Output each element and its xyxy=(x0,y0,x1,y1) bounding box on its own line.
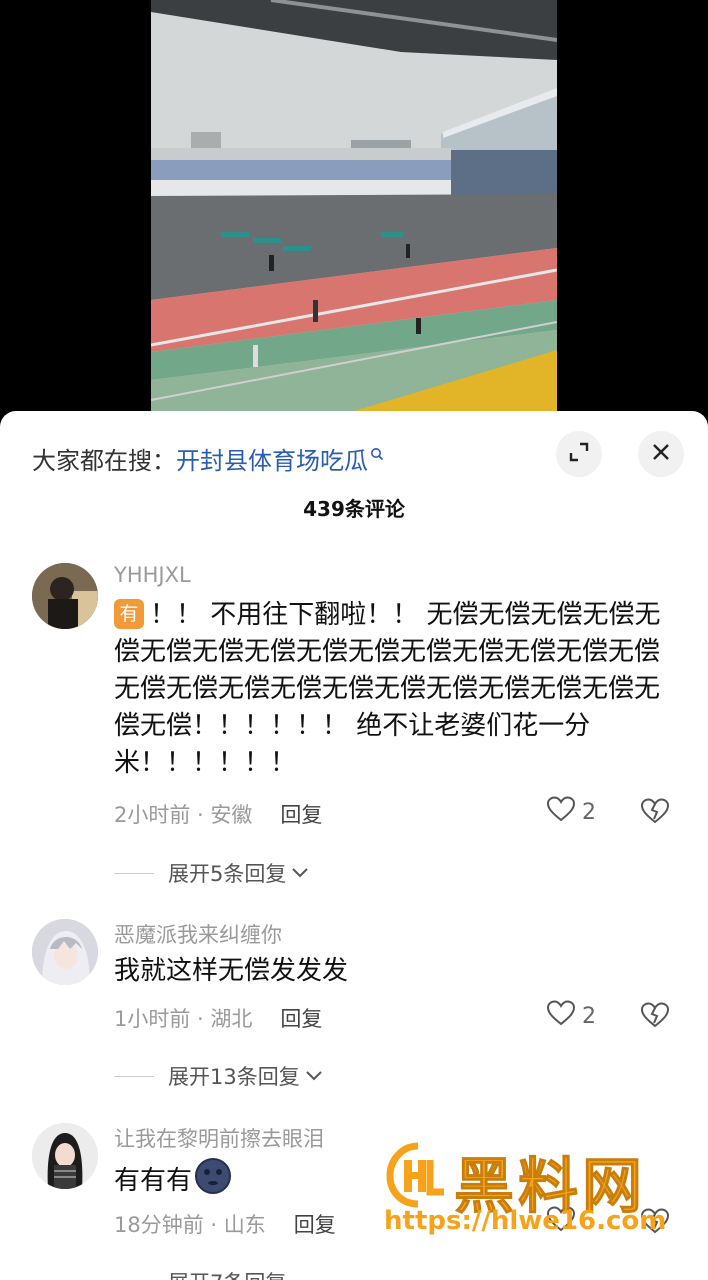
avatar[interactable] xyxy=(32,1123,98,1189)
expand-replies-label: 展开13条回复 xyxy=(168,1065,300,1089)
dislike-button[interactable] xyxy=(640,797,670,829)
close-icon xyxy=(651,442,671,466)
watermark: 黑料网 https://hlwe16.com xyxy=(384,1138,684,1248)
comment-meta: 18分钟前 · 山东 回复 xyxy=(114,1213,336,1237)
heart-icon xyxy=(546,795,576,829)
broken-heart-icon xyxy=(640,1002,670,1033)
like-count: 2 xyxy=(582,799,596,825)
comment-username[interactable]: 恶魔派我来纠缠你 xyxy=(114,919,282,949)
reply-button[interactable]: 回复 xyxy=(280,803,322,827)
emoji-icon xyxy=(194,1157,232,1206)
comment-location: 安徽 xyxy=(210,803,253,827)
expand-replies-label: 展开7条回复 xyxy=(168,1267,286,1280)
comment-time: 18分钟前 xyxy=(114,1213,204,1237)
comment-text: 我就这样无偿发发发 xyxy=(114,956,349,986)
expand-replies-button[interactable]: 展开7条回复 xyxy=(114,1267,286,1280)
comment-location: 山东 xyxy=(223,1213,266,1237)
divider xyxy=(114,872,154,874)
watermark-logo xyxy=(386,1142,444,1208)
heart-icon xyxy=(546,999,576,1033)
expand-replies-button[interactable]: 展开5条回复 xyxy=(114,858,310,888)
broken-heart-icon xyxy=(640,798,670,829)
search-term-link[interactable]: 开封县体育场吃瓜 xyxy=(176,447,368,475)
comment-time: 1小时前 xyxy=(114,1007,191,1031)
reply-button[interactable]: 回复 xyxy=(280,1007,322,1031)
search-icon xyxy=(370,439,384,467)
watermark-url: https://hlwe16.com xyxy=(384,1206,667,1236)
comment-username[interactable]: 让我在黎明前擦去眼泪 xyxy=(114,1123,324,1153)
reply-button[interactable]: 回复 xyxy=(294,1213,336,1237)
collapse-button[interactable] xyxy=(556,431,602,477)
comment-text-block: 有！！ 不用往下翻啦！！ 无偿无偿无偿无偿无偿无偿无偿无偿无偿无偿无偿无偿无偿无… xyxy=(114,597,680,782)
comments-count: 439条评论 xyxy=(303,497,405,521)
collapse-icon xyxy=(568,441,590,467)
comment-text: 有有有 xyxy=(114,1166,193,1196)
like-button[interactable]: 2 xyxy=(546,795,596,829)
divider xyxy=(114,1075,154,1077)
search-prefix: 大家都在搜： xyxy=(32,447,176,475)
like-count: 2 xyxy=(582,1003,596,1029)
comment-time: 2小时前 xyxy=(114,803,191,827)
comment-meta: 1小时前 · 湖北 回复 xyxy=(114,1007,323,1031)
search-suggestion[interactable]: 大家都在搜：开封县体育场吃瓜 xyxy=(32,439,384,476)
expand-replies-button[interactable]: 展开13条回复 xyxy=(114,1061,324,1091)
chevron-down-icon xyxy=(290,861,310,885)
avatar[interactable] xyxy=(32,919,98,985)
chevron-down-icon xyxy=(304,1064,324,1088)
comment-username[interactable]: YHHJXL xyxy=(114,563,191,587)
comment-meta: 2小时前 · 安徽 回复 xyxy=(114,803,323,827)
screen: 大家都在搜：开封县体育场吃瓜 439条评论 YHHJXL 有！！ 不用往下翻啦！… xyxy=(0,0,708,1280)
comment-text: ！！ 不用往下翻啦！！ 无偿无偿无偿无偿无偿无偿无偿无偿无偿无偿无偿无偿无偿无偿… xyxy=(114,600,661,778)
expand-replies-label: 展开5条回复 xyxy=(168,862,287,886)
close-button[interactable] xyxy=(638,431,684,477)
comment-badge: 有 xyxy=(114,599,144,629)
dislike-button[interactable] xyxy=(640,1001,670,1033)
comment-location: 湖北 xyxy=(210,1007,253,1031)
avatar[interactable] xyxy=(32,563,98,629)
like-button[interactable]: 2 xyxy=(546,999,596,1033)
video-player[interactable] xyxy=(0,0,708,420)
stadium-photo xyxy=(151,0,557,412)
